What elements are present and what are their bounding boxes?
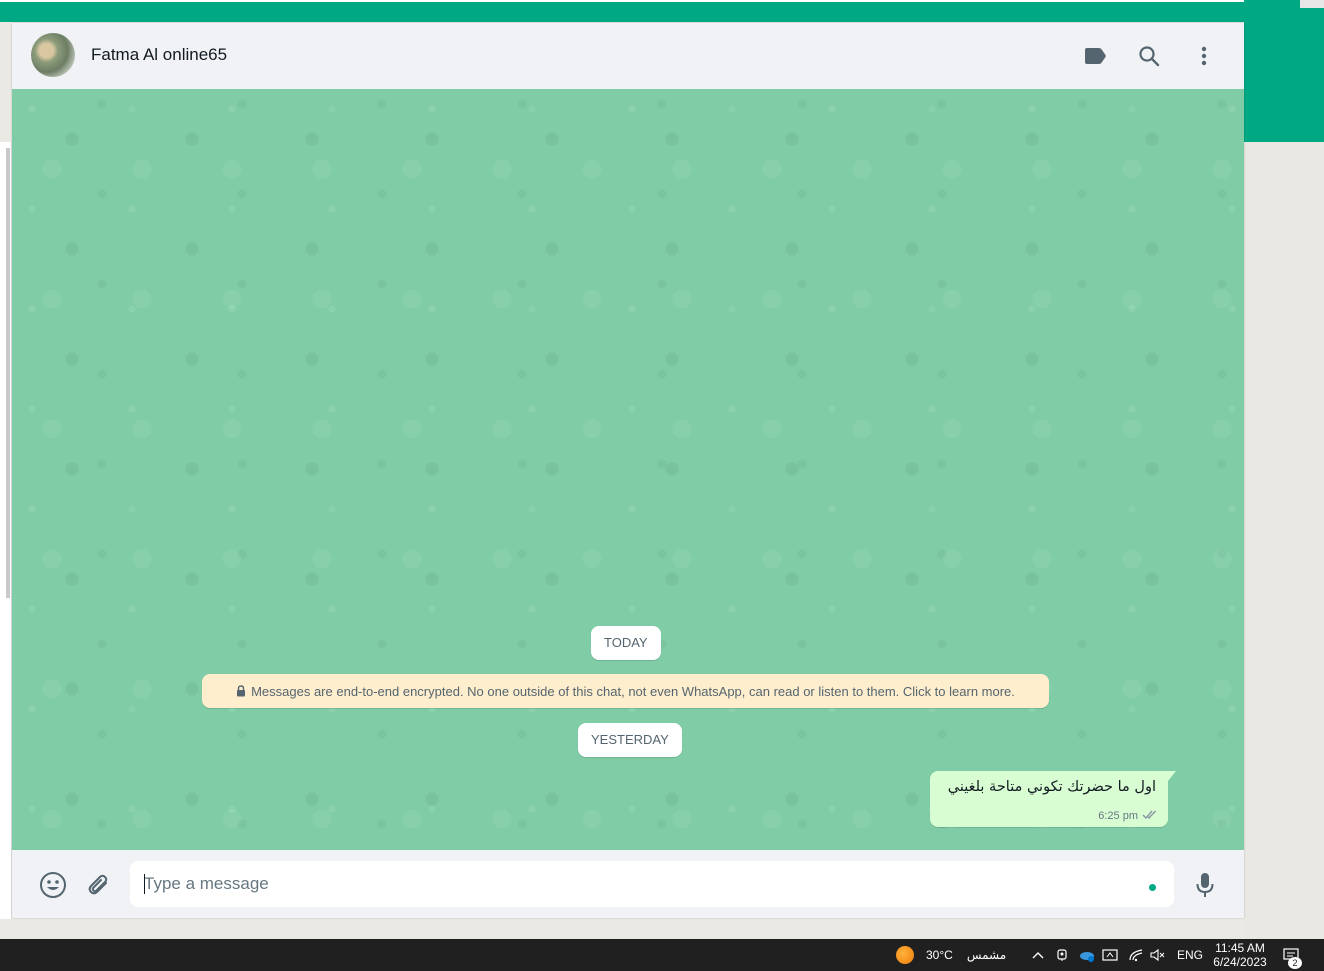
notification-badge: 2 xyxy=(1288,957,1302,969)
side-panel-scrollbar[interactable] xyxy=(6,148,10,598)
kebab-menu-icon[interactable] xyxy=(1191,43,1217,69)
message-text: اول ما حضرتك تكوني متاحة بلغيني xyxy=(947,779,1156,795)
chat-window: Fatma Al online65 TODAY Messages are end… xyxy=(12,23,1244,918)
chat-header[interactable]: Fatma Al online65 xyxy=(12,23,1244,89)
window-top-edge xyxy=(0,0,1324,2)
right-background xyxy=(1244,142,1324,939)
app-header-strip xyxy=(1244,0,1324,142)
composer xyxy=(12,850,1244,918)
avatar[interactable] xyxy=(31,33,75,77)
window-corner xyxy=(1300,0,1324,8)
outgoing-message[interactable]: اول ما حضرتك تكوني متاحة بلغيني 6:25 pm xyxy=(930,771,1176,827)
label-icon[interactable] xyxy=(1082,43,1108,69)
lock-icon xyxy=(236,685,246,697)
weather-widget[interactable]: 30°C مشمس xyxy=(896,939,1006,971)
contact-name[interactable]: Fatma Al online65 xyxy=(91,45,227,65)
speaker-muted-icon[interactable] xyxy=(1150,939,1166,971)
message-tail xyxy=(1168,771,1176,781)
paperclip-icon[interactable] xyxy=(84,870,114,900)
onedrive-icon[interactable] xyxy=(1078,939,1096,971)
search-icon[interactable] xyxy=(1136,43,1162,69)
wifi-icon[interactable] xyxy=(1128,939,1144,971)
encryption-notice[interactable]: Messages are end-to-end encrypted. No on… xyxy=(202,674,1049,708)
microphone-icon[interactable] xyxy=(1190,870,1220,900)
message-time: 6:25 pm xyxy=(1098,810,1138,822)
taskbar-clock[interactable]: 11:45 AM 6/24/2023 xyxy=(1208,941,1272,969)
taskbar: 30°C مشمس ENG 11:45 AM 6/24/2023 2 xyxy=(0,939,1324,971)
chevron-up-icon[interactable] xyxy=(1031,939,1045,971)
chat-body[interactable]: TODAY Messages are end-to-end encrypted.… xyxy=(12,89,1244,850)
status-dot xyxy=(1149,884,1156,891)
message-input[interactable] xyxy=(130,861,1174,907)
message-meta: 6:25 pm xyxy=(1098,809,1158,823)
encryption-notice-text: Messages are end-to-end encrypted. No on… xyxy=(251,683,1015,699)
meet-icon[interactable] xyxy=(1056,939,1070,971)
app-top-bar xyxy=(0,0,1324,22)
emoji-icon[interactable] xyxy=(38,870,68,900)
weather-condition: مشمس xyxy=(966,948,1007,962)
clock-time: 11:45 AM xyxy=(1215,941,1265,955)
display-icon[interactable] xyxy=(1102,939,1118,971)
text-caret xyxy=(144,874,145,894)
clock-date: 6/24/2023 xyxy=(1213,955,1267,969)
double-check-icon xyxy=(1142,809,1158,823)
sun-icon xyxy=(896,946,914,964)
temperature: 30°C xyxy=(926,948,953,962)
date-chip-today: TODAY xyxy=(591,626,661,660)
language-indicator[interactable]: ENG xyxy=(1177,939,1203,971)
message-input-wrapper[interactable] xyxy=(130,861,1174,907)
date-chip-yesterday: YESTERDAY xyxy=(578,723,682,757)
